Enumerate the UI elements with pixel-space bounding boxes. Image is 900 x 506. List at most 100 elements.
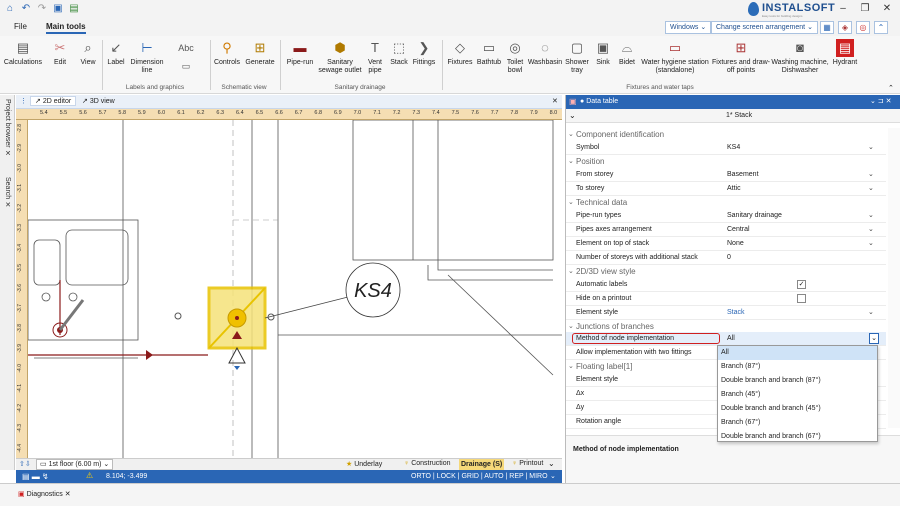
hygiene-station-button[interactable]: ▭ Water hygiene station (standalone) [639, 39, 711, 75]
windows-dropdown[interactable]: Windows ⌄ [665, 21, 712, 34]
vent-pipe-button[interactable]: T Vent pipe [364, 39, 386, 75]
row-automatic-labels[interactable]: Automatic labels ✓ [566, 278, 886, 292]
washing-machine-button[interactable]: ◙ Washing machine, Dishwasher [771, 39, 829, 75]
row-from-storey[interactable]: From storey Basement ⌄ [566, 168, 886, 182]
ruler-y-tick: -4.4 [17, 444, 23, 453]
data-table-controls[interactable]: ⌄ ⊐ ✕ [870, 97, 892, 105]
option-branch-87[interactable]: Branch (87°) [718, 360, 877, 374]
drainage-toggle[interactable]: Drainage (S) [459, 459, 505, 470]
theme-icon[interactable]: ◈ [838, 21, 852, 34]
bathtub-button[interactable]: ▭ Bathtub [475, 39, 503, 67]
undo-icon[interactable]: ↶ [20, 3, 32, 15]
draw-off-points-button[interactable]: ⊞ Fixtures and draw-off points [712, 39, 770, 75]
ruler-x-tick: 7.6 [471, 110, 479, 116]
washbasin-icon: ◌ [541, 40, 549, 55]
generate-button[interactable]: ⊞ Generate [244, 39, 276, 67]
floor-select[interactable]: ▭ 1st floor (6.00 m) ⌄ [36, 459, 114, 470]
diagnostics-tab[interactable]: ▣ Diagnostics ✕ [18, 490, 71, 498]
tab-3d-view[interactable]: ↗ 3D view [82, 97, 115, 105]
screen-arrangement-dropdown[interactable]: Change screen arrangement ⌄ [711, 21, 818, 34]
underlay-toggle[interactable]: ★ Underlay [346, 460, 382, 468]
hide-printout-checkbox[interactable] [797, 294, 806, 303]
section-technical-data[interactable]: ⌄ Technical data [566, 196, 886, 209]
edit-button[interactable]: ✂ Edit [48, 39, 72, 67]
hydrant-button[interactable]: ▤ Hydrant [830, 39, 860, 67]
label-button[interactable]: ↙ Label [104, 39, 128, 67]
plan-drawing: KS4 [28, 120, 562, 458]
ruler-y-tick: -3.3 [17, 224, 23, 233]
file-tab[interactable]: File [14, 22, 27, 31]
option-all[interactable]: All [718, 346, 877, 360]
row-symbol[interactable]: Symbol KS4 ⌄ [566, 141, 886, 155]
construction-toggle[interactable]: ♀ Construction [404, 460, 451, 467]
collapse-icon[interactable]: ⌃ [874, 21, 888, 34]
controls-button[interactable]: ⚲ Controls [212, 39, 242, 67]
floor-nav-icon[interactable]: ⇧⇩ [19, 460, 31, 468]
object-selector[interactable]: ⌄ 1* Stack [566, 109, 900, 123]
sewage-outlet-button[interactable]: ⬢ Sanitary sewage outlet [317, 39, 363, 75]
tab-2d-editor[interactable]: ↗ 2D editor [30, 96, 77, 106]
shower-tray-button[interactable]: ▢ Shower tray [564, 39, 590, 75]
open-icon[interactable]: ▤ [68, 3, 80, 15]
title-bar: ⌂ ↶ ↷ ▣ ▤ INSTALSOFT Easy tools for buil… [0, 0, 900, 20]
section-position[interactable]: ⌄ Position [566, 155, 886, 168]
section-view-style[interactable]: ⌄ 2D/3D view style [566, 265, 886, 278]
text-tools[interactable]: Abc ▭ [166, 39, 206, 71]
section-component-identification[interactable]: ⌄ Component identification [566, 128, 886, 141]
fittings-icon: ❯ [418, 40, 430, 55]
ribbon-collapse-icon[interactable]: ⌃ [888, 84, 894, 92]
fixtures-button[interactable]: ◇ Fixtures [445, 39, 475, 67]
collapse-all-icon[interactable]: ⌄ [569, 111, 576, 120]
main-tools-tab[interactable]: Main tools [46, 22, 86, 34]
ruler-y-tick: -4.1 [17, 384, 23, 393]
row-pipe-run-types[interactable]: Pipe-run types Sanitary drainage ⌄ [566, 209, 886, 223]
row-to-storey[interactable]: To storey Attic ⌄ [566, 182, 886, 196]
row-element-style[interactable]: Element style Stack ⌄ [566, 306, 886, 320]
view-button[interactable]: ⌕ View [76, 39, 100, 67]
search-tab[interactable]: Search ✕ [3, 177, 11, 209]
sink-button[interactable]: ▣ Sink [592, 39, 614, 67]
option-branch-67[interactable]: Branch (67°) [718, 416, 877, 430]
row-pipes-axes[interactable]: Pipes axes arrangement Central ⌄ [566, 223, 886, 237]
project-browser-tab[interactable]: Project browser ✕ [3, 99, 11, 158]
save-icon[interactable]: ▣ [52, 3, 64, 15]
editor-close-icon[interactable]: ✕ [552, 97, 558, 105]
modes-dropdown-icon[interactable]: ⌄ [550, 472, 556, 480]
row-node-implementation[interactable]: Method of node implementation All ⌄ [566, 332, 886, 346]
automatic-labels-checkbox[interactable]: ✓ [797, 280, 806, 289]
node-dropdown-button[interactable]: ⌄ [869, 333, 879, 344]
warning-icon[interactable]: ⚠ [86, 471, 93, 480]
minimize-button[interactable]: – [834, 2, 852, 16]
node-implementation-dropdown[interactable]: All Branch (87°) Double branch and branc… [717, 345, 878, 442]
stack-button[interactable]: ⬚ Stack [387, 39, 411, 67]
status-icons[interactable]: ▤ ▬ ↯ [22, 472, 49, 481]
close-button[interactable]: ✕ [878, 2, 896, 16]
status-more-icon[interactable]: ⌄ [548, 459, 555, 468]
layout-icon[interactable]: ▦ [820, 21, 834, 34]
snap-modes[interactable]: ORTO | LOCK | GRID | AUTO | REP | MIRO [411, 473, 548, 480]
menu-bar: File Main tools Windows ⌄ Change screen … [0, 20, 900, 36]
pipe-run-button[interactable]: ▬ Pipe-run [283, 39, 317, 67]
app-icon[interactable]: ⌂ [4, 3, 16, 15]
row-storeys-additional-stack[interactable]: Number of storeys with additional stack 0 [566, 251, 886, 265]
bathtub-icon: ▭ [482, 40, 496, 55]
calculations-button[interactable]: ▤ Calculations [2, 39, 44, 67]
dimension-line-button[interactable]: ⊢ Dimension line [128, 39, 166, 75]
washbasin-button[interactable]: ◌ Washbasin [527, 39, 563, 67]
fittings-button[interactable]: ❯ Fittings [411, 39, 437, 67]
restore-button[interactable]: ❐ [856, 2, 874, 16]
option-double-branch-87[interactable]: Double branch and branch (87°) [718, 374, 877, 388]
help-icon[interactable]: ◎ [856, 21, 870, 34]
row-element-on-top[interactable]: Element on top of stack None ⌄ [566, 237, 886, 251]
bidet-button[interactable]: ⌓ Bidet [616, 39, 638, 67]
printout-toggle[interactable]: ♀ Printout [512, 460, 543, 467]
horizontal-ruler: 5.4 5.5 5.6 5.7 5.8 5.9 6.0 6.1 6.2 6.3 6.4 6.5 6.6 6… [16, 109, 562, 120]
option-double-branch-45[interactable]: Double branch and branch (45°) [718, 402, 877, 416]
option-branch-45[interactable]: Branch (45°) [718, 388, 877, 402]
toilet-bowl-button[interactable]: ◎ Toilet bowl [503, 39, 527, 75]
option-double-branch-67[interactable]: Double branch and branch (67°) [718, 430, 877, 444]
row-hide-on-printout[interactable]: Hide on a printout [566, 292, 886, 306]
data-table-scrollbar[interactable] [888, 128, 900, 428]
redo-icon[interactable]: ↷ [36, 3, 48, 15]
drawing-canvas[interactable]: KS4 [28, 120, 562, 458]
